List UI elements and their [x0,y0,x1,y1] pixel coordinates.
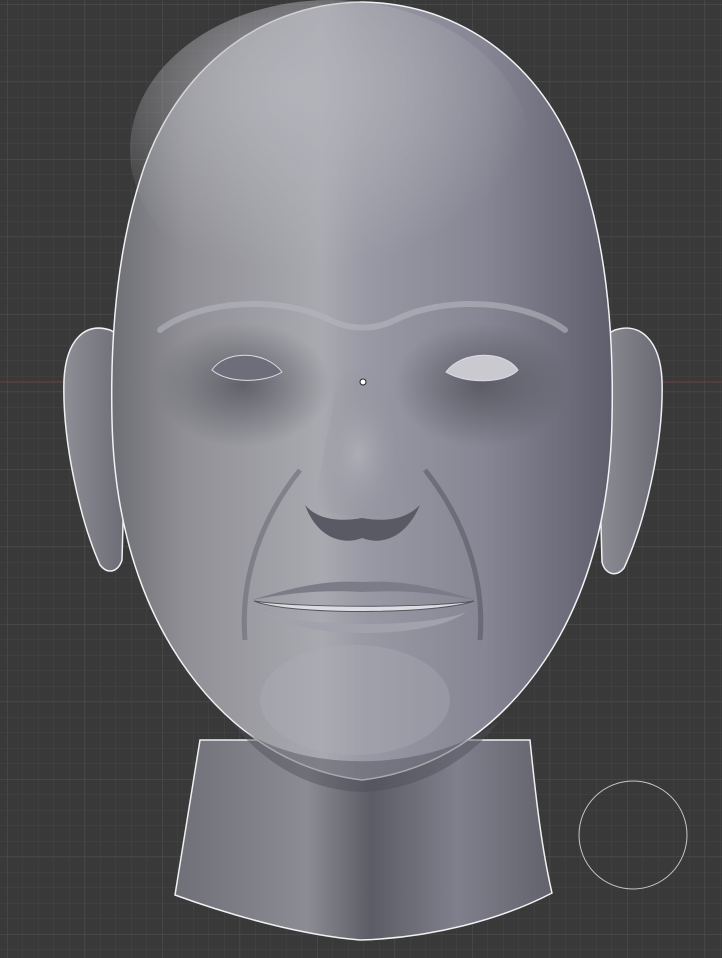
right-eye-socket [394,323,570,447]
chin-highlight [260,645,450,755]
object-origin-dot-icon[interactable] [359,378,367,386]
3d-viewport[interactable] [0,0,722,958]
cranium-highlight [130,0,530,300]
viewport-canvas[interactable] [0,0,722,958]
left-eye-socket [155,323,331,447]
